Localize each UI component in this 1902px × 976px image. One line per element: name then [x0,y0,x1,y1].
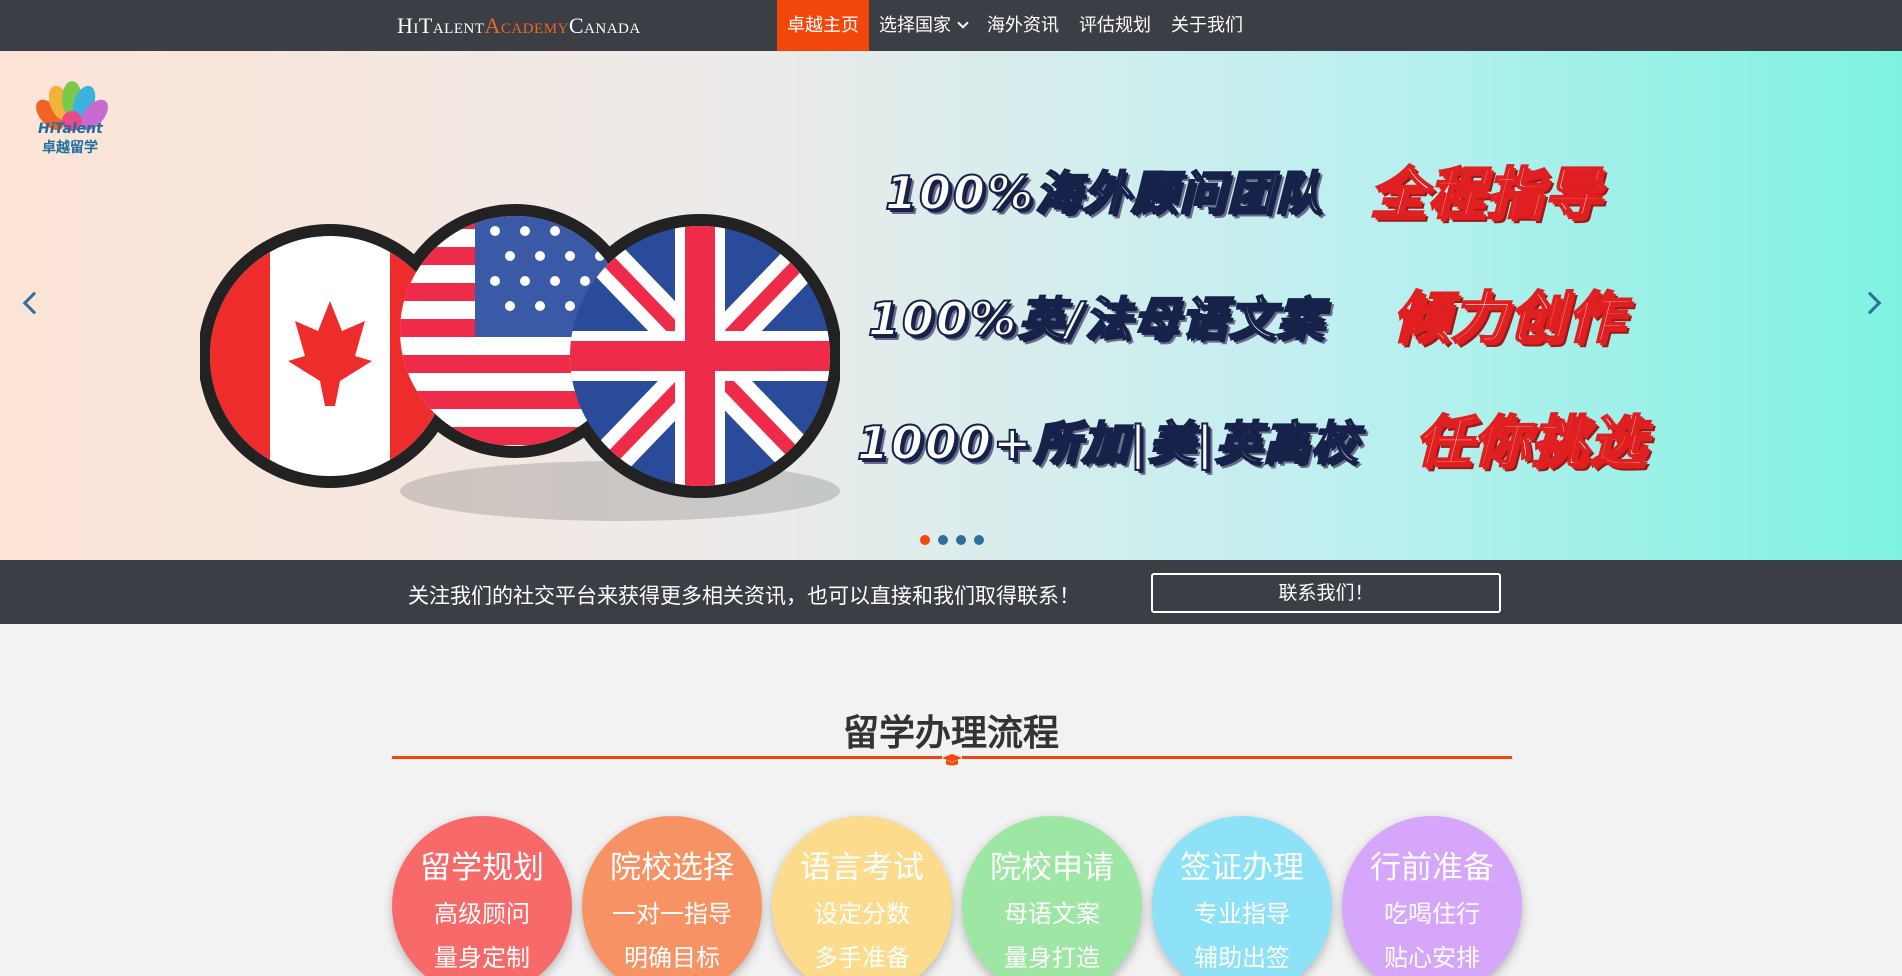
contact-us-button[interactable]: 联系我们！ [1151,573,1501,613]
chevron-left-icon[interactable] [22,291,46,315]
step-line2: 多手准备 [814,944,910,972]
nav-item-overseas-news[interactable]: 海外资讯 [977,0,1069,51]
main-nav: 卓越主页 选择国家 海外资讯 评估规划 关于我们 [777,0,1253,51]
step-study-planning[interactable]: 留学规划 高级顾问 量身定制 [392,816,572,976]
step-line2: 明确目标 [624,944,720,972]
chevron-down-icon [957,17,969,29]
slogan-line1-left: 100%海外顾问团队 [884,165,1324,221]
carousel-dot[interactable] [974,535,984,545]
brand-part2: Academy [484,13,569,38]
nav-item-assessment[interactable]: 评估规划 [1069,0,1161,51]
step-title: 语言考试 [800,850,924,886]
step-line1: 吃喝住行 [1384,900,1480,928]
nav-item-choose-country[interactable]: 选择国家 [869,0,977,51]
nav-item-home[interactable]: 卓越主页 [777,0,869,51]
nav-item-label: 选择国家 [879,15,951,36]
top-navbar: HiTalentAcademyCanada 卓越主页 选择国家 海外资讯 评估规… [0,0,1902,51]
process-section: 留学办理流程 留学规划 高级顾问 量身定制 院校选择 一对一指导 明确目标 语言… [0,624,1902,976]
carousel-dot[interactable] [938,535,948,545]
step-title: 行前准备 [1370,850,1494,886]
step-line1: 设定分数 [814,900,910,928]
process-steps: 留学规划 高级顾问 量身定制 院校选择 一对一指导 明确目标 语言考试 设定分数… [392,816,1522,976]
slogan-line3-right: 任你挑选 [1414,409,1647,476]
step-school-selection[interactable]: 院校选择 一对一指导 明确目标 [582,816,762,976]
step-line1: 母语文案 [1004,900,1100,928]
step-line2: 量身打造 [1004,944,1100,972]
social-message: 关注我们的社交平台来获得更多相关资讯，也可以直接和我们取得联系！ [408,584,1080,608]
hero-carousel: HiTalent 卓越留学 100%海外顾问团队 全程指导 100%英/法母语文… [0,51,1902,560]
brand-logo[interactable]: HiTalentAcademyCanada [397,13,641,39]
section-title: 留学办理流程 [842,713,1059,754]
step-title: 签证办理 [1180,850,1304,886]
step-line2: 辅助出签 [1194,944,1290,972]
step-pre-departure[interactable]: 行前准备 吃喝住行 贴心安排 [1342,816,1522,976]
step-title: 留学规划 [420,850,544,886]
step-language-test[interactable]: 语言考试 设定分数 多手准备 [772,816,952,976]
slogan-line1-right: 全程指导 [1369,161,1602,228]
step-line1: 一对一指导 [612,900,732,928]
step-line1: 专业指导 [1194,900,1290,928]
step-title: 院校申请 [990,850,1114,886]
step-title: 院校选择 [610,850,734,886]
brand-part3: Canada [568,13,641,38]
nav-item-about-us[interactable]: 关于我们 [1161,0,1253,51]
slogan-line2-left: 100%英/法母语文案 [867,291,1325,347]
graduation-cap-icon [942,754,962,766]
slogan-line2-right: 倾力创作 [1392,285,1625,352]
logo-text-cn: 卓越留学 [42,140,98,156]
nav-item-label: 关于我们 [1171,15,1243,36]
social-bar: 关注我们的社交平台来获得更多相关资讯，也可以直接和我们取得联系！ 联系我们！ [0,560,1902,624]
step-line2: 量身定制 [434,944,530,972]
step-line2: 贴心安排 [1384,944,1480,972]
slogan-line3-left: 1000+所加|美|英高校 [856,415,1360,471]
carousel-dot[interactable] [956,535,966,545]
step-school-application[interactable]: 院校申请 母语文案 量身打造 [962,816,1142,976]
carousel-dot[interactable] [920,535,930,545]
step-line1: 高级顾问 [434,900,530,928]
nav-item-label: 卓越主页 [787,15,859,36]
flag-gears-illustration [200,204,840,521]
step-visa[interactable]: 签证办理 专业指导 辅助出签 [1152,816,1332,976]
logo-text-en: HiTalent [38,121,103,137]
carousel-indicators [920,535,984,545]
nav-item-label: 海外资讯 [987,15,1059,36]
brand-part1: HiTalent [397,13,485,38]
nav-item-label: 评估规划 [1079,15,1151,36]
chevron-right-icon[interactable] [1858,291,1882,315]
